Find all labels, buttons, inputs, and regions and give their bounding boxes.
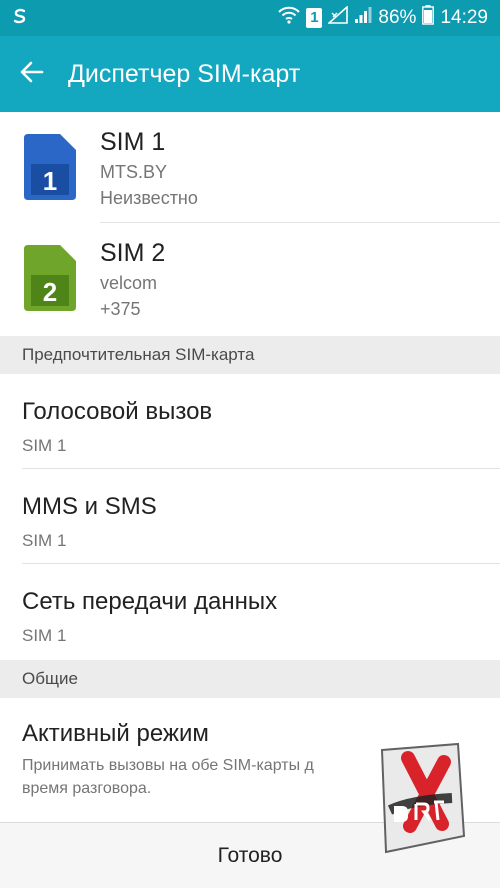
battery-percent: 86% xyxy=(378,7,417,28)
setting-voice-call-value: SIM 1 xyxy=(22,436,67,455)
sim-2-name: SIM 2 xyxy=(100,239,166,267)
sim-2-operator: velcom xyxy=(100,273,158,293)
setting-mms-sms-title: MMS и SMS xyxy=(22,493,157,520)
sim-card-2-icon: 2 xyxy=(24,245,76,316)
section-header-general: Общие xyxy=(0,660,500,698)
setting-data-network-value: SIM 1 xyxy=(22,626,67,645)
sim-card-item-2[interactable]: 2 SIM 2 velcom +375 xyxy=(0,223,500,335)
sim-indicator-badge: 1 xyxy=(306,8,323,28)
page-title: Диспетчер SIM-карт xyxy=(68,59,301,88)
samsung-s-icon xyxy=(10,6,30,31)
setting-voice-call[interactable]: Голосовой вызов SIM 1 xyxy=(0,374,500,469)
setting-data-network-title: Сеть передачи данных xyxy=(22,588,278,615)
sim-card-1-badge: 1 xyxy=(43,166,57,196)
sim-2-number: +375 xyxy=(100,299,141,319)
sim-1-number: Неизвестно xyxy=(100,188,198,208)
setting-active-mode-desc-line1: Принимать вызовы на обе SIM-карты д xyxy=(22,757,314,774)
section-header-preferred: Предпочтительная SIM-карта xyxy=(0,336,500,374)
status-left xyxy=(10,6,30,31)
back-button[interactable] xyxy=(0,36,64,112)
signal-icon xyxy=(354,6,372,30)
sim-card-1-icon: 1 xyxy=(24,134,76,205)
setting-mms-sms-value: SIM 1 xyxy=(22,531,67,550)
arrow-left-icon xyxy=(20,61,44,88)
setting-data-network[interactable]: Сеть передачи данных SIM 1 xyxy=(0,564,500,659)
app-bar: Диспетчер SIM-карт xyxy=(0,36,500,112)
status-bar: 1 86% 14:29 xyxy=(0,0,500,36)
site-watermark-logo xyxy=(372,740,468,856)
sim-card-item-1[interactable]: 1 SIM 1 MTS.BY Неизвестно xyxy=(0,112,500,224)
setting-active-mode-title: Активный режим xyxy=(22,720,209,747)
status-right: 1 86% 14:29 xyxy=(278,5,488,31)
signal-empty-icon xyxy=(327,5,349,30)
done-button[interactable]: Готово xyxy=(178,832,323,880)
sim-card-2-badge: 2 xyxy=(43,277,57,307)
setting-voice-call-title: Голосовой вызов xyxy=(22,398,213,425)
setting-active-mode-desc-line2: время разговора. xyxy=(22,780,152,797)
sim-1-name: SIM 1 xyxy=(100,128,166,156)
wifi-icon xyxy=(278,6,301,30)
battery-icon xyxy=(422,5,435,31)
setting-mms-sms[interactable]: MMS и SMS SIM 1 xyxy=(0,469,500,564)
sim-1-operator: MTS.BY xyxy=(100,162,168,182)
clock: 14:29 xyxy=(440,7,488,28)
